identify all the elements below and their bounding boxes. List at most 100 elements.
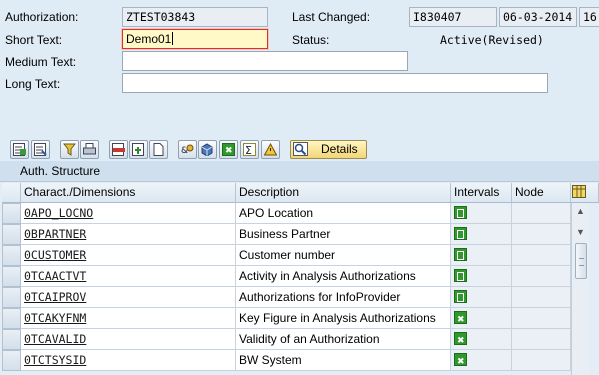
intervals-cell[interactable] xyxy=(451,266,512,287)
insert-row-button[interactable] xyxy=(10,140,29,159)
intervals-cell[interactable] xyxy=(451,203,512,224)
long-text-label: Long Text: xyxy=(5,77,61,91)
append-row-button[interactable] xyxy=(31,140,50,159)
description-cell: APO Location xyxy=(236,203,451,224)
column-header-characteristic[interactable]: Charact./Dimensions xyxy=(21,183,236,203)
characteristic-cell[interactable]: 0TCAIPROV xyxy=(21,287,236,308)
interval-full-icon[interactable] xyxy=(454,310,467,328)
row-selector[interactable] xyxy=(2,308,21,329)
table-title: Auth. Structure xyxy=(20,164,101,178)
row-selector[interactable] xyxy=(2,329,21,350)
row-selector[interactable] xyxy=(2,266,21,287)
details-label: Details xyxy=(321,142,358,156)
hierarchy-button[interactable] xyxy=(198,140,217,159)
description-cell: BW System xyxy=(236,350,451,371)
interval-bracket-icon[interactable] xyxy=(454,227,467,240)
authorization-field: ZTEST03843 xyxy=(122,7,268,27)
filter-icon xyxy=(63,143,76,156)
column-header-description[interactable]: Description xyxy=(236,183,451,203)
column-settings-button[interactable] xyxy=(571,183,599,203)
intervals-cell[interactable] xyxy=(451,308,512,329)
scroll-thumb[interactable] xyxy=(575,243,587,279)
interval-full-icon[interactable] xyxy=(454,352,467,370)
long-text-input[interactable] xyxy=(122,73,548,93)
scroll-up-arrow-icon[interactable]: ▲ xyxy=(576,206,585,216)
intervals-cell[interactable] xyxy=(451,224,512,245)
append-row-icon xyxy=(34,143,47,156)
insert-row-icon xyxy=(13,143,26,156)
node-cell xyxy=(512,266,571,287)
intervals-cell[interactable] xyxy=(451,350,512,371)
intervals-cell[interactable] xyxy=(451,245,512,266)
svg-text:✖: ✖ xyxy=(225,146,233,156)
medium-text-label: Medium Text: xyxy=(5,55,77,69)
details-button[interactable]: Details xyxy=(290,140,367,159)
intervals-cell[interactable] xyxy=(451,287,512,308)
description-cell: Authorizations for InfoProvider xyxy=(236,287,451,308)
interval-bracket-icon[interactable] xyxy=(454,248,467,261)
node-cell xyxy=(512,329,571,350)
cube-icon xyxy=(201,143,213,156)
last-changed-time-field: 16 xyxy=(579,7,599,27)
last-changed-label: Last Changed: xyxy=(292,10,371,24)
copy-row-icon xyxy=(132,143,144,156)
characteristic-cell[interactable]: 0TCAKYFNM xyxy=(21,308,236,329)
row-selector[interactable] xyxy=(2,203,21,224)
row-selector[interactable] xyxy=(2,287,21,308)
short-text-label: Short Text: xyxy=(5,33,63,47)
characteristic-cell[interactable]: 0TCTSYSID xyxy=(21,350,236,371)
description-cell: Customer number xyxy=(236,245,451,266)
copy-row-button[interactable] xyxy=(129,140,148,159)
delete-row-icon xyxy=(112,143,125,156)
description-cell: Key Figure in Analysis Authorizations xyxy=(236,308,451,329)
authorization-label: Authorization: xyxy=(5,10,79,24)
new-document-icon xyxy=(153,143,164,156)
print-button[interactable] xyxy=(80,140,99,159)
last-changed-user-field: I830407 xyxy=(409,7,497,27)
status-label: Status: xyxy=(292,33,330,47)
user-variable-icon: & xyxy=(181,144,194,156)
node-cell xyxy=(512,308,571,329)
svg-text:Σ: Σ xyxy=(245,144,252,156)
full-authorization-button[interactable]: ✖ xyxy=(219,140,238,159)
vertical-scrollbar[interactable]: ▲ ▼ xyxy=(571,203,589,375)
warning-icon xyxy=(264,143,277,156)
row-selector[interactable] xyxy=(2,350,21,371)
delete-row-button[interactable] xyxy=(109,140,128,159)
characteristic-cell[interactable]: 0APO_LOCNO xyxy=(21,203,236,224)
description-cell: Business Partner xyxy=(236,224,451,245)
short-text-value: Demo01 xyxy=(126,32,172,46)
interval-bracket-icon[interactable] xyxy=(454,290,467,303)
sum-button[interactable]: Σ xyxy=(240,140,259,159)
interval-bracket-icon[interactable] xyxy=(454,206,467,219)
text-caret xyxy=(172,32,174,45)
last-changed-date-field: 06-03-2014 xyxy=(499,7,577,27)
characteristic-cell[interactable]: 0TCAACTVT xyxy=(21,266,236,287)
column-header-select-all[interactable] xyxy=(2,183,21,203)
node-cell xyxy=(512,350,571,371)
user-value-button[interactable]: & xyxy=(178,140,197,159)
sigma-icon: Σ xyxy=(243,143,256,156)
column-header-intervals[interactable]: Intervals xyxy=(451,183,512,203)
row-selector[interactable] xyxy=(2,245,21,266)
new-document-button[interactable] xyxy=(149,140,168,159)
interval-full-icon[interactable] xyxy=(454,331,467,349)
characteristic-cell[interactable]: 0CUSTOMER xyxy=(21,245,236,266)
node-cell xyxy=(512,224,571,245)
filter-button[interactable] xyxy=(60,140,79,159)
characteristic-cell[interactable]: 0TCAVALID xyxy=(21,329,236,350)
column-header-node[interactable]: Node xyxy=(512,183,571,203)
warning-button[interactable] xyxy=(261,140,280,159)
node-cell xyxy=(512,203,571,224)
interval-bracket-icon[interactable] xyxy=(454,269,467,282)
short-text-input[interactable]: Demo01 xyxy=(122,29,268,49)
description-cell: Activity in Analysis Authorizations xyxy=(236,266,451,287)
node-cell xyxy=(512,287,571,308)
star-authorization-icon: ✖ xyxy=(222,143,235,156)
scroll-down-arrow-icon[interactable]: ▼ xyxy=(576,227,585,237)
intervals-cell[interactable] xyxy=(451,329,512,350)
row-selector[interactable] xyxy=(2,224,21,245)
magnifier-icon xyxy=(293,142,308,156)
characteristic-cell[interactable]: 0BPARTNER xyxy=(21,224,236,245)
medium-text-input[interactable] xyxy=(122,51,408,71)
